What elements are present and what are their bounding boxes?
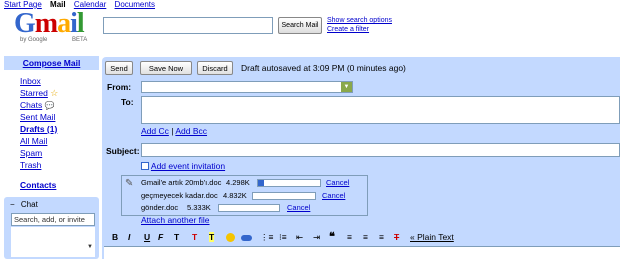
paperclip-icon: ✎: [125, 178, 134, 189]
sidebar-item-trash[interactable]: Trash: [20, 160, 41, 170]
create-filter-link[interactable]: Create a filter: [327, 26, 369, 33]
scroll-down-icon[interactable]: ▼: [87, 244, 93, 250]
logo-by-google: by Google: [20, 37, 48, 43]
chat-title: Chat: [20, 200, 38, 209]
nav-documents[interactable]: Documents: [115, 0, 155, 9]
underline-icon[interactable]: U: [144, 232, 150, 242]
cc-bcc-links: Add Cc | Add Bcc: [141, 126, 207, 136]
cancel-upload-link[interactable]: Cancel: [322, 191, 345, 200]
from-label: From:: [107, 82, 132, 92]
dropdown-arrow-icon[interactable]: ▼: [341, 82, 352, 92]
font-icon[interactable]: F: [158, 232, 163, 242]
attachment-size: 4.832K: [223, 191, 247, 200]
chat-contact-list[interactable]: [11, 227, 95, 257]
align-center-icon[interactable]: ≡: [363, 232, 368, 242]
add-event-invitation[interactable]: Add event invitation: [141, 161, 225, 171]
sidebar-item-drafts[interactable]: Drafts (1): [20, 124, 57, 134]
sidebar-item-label: Starred: [20, 88, 48, 98]
chat-bubble-icon: 💬: [44, 101, 55, 110]
message-body[interactable]: [104, 246, 620, 259]
search-mail-button[interactable]: Search Mail: [278, 17, 322, 34]
cancel-upload-link[interactable]: Cancel: [326, 178, 349, 187]
sidebar-item-all-mail[interactable]: All Mail: [20, 136, 47, 146]
subject-label: Subject:: [106, 146, 140, 156]
sidebar-item-label: Chats: [20, 100, 43, 110]
sidebar-item-chats[interactable]: Chats 💬: [20, 100, 55, 110]
attach-another-file-link[interactable]: Attach another file: [141, 215, 210, 225]
save-now-button[interactable]: Save Now: [140, 61, 192, 75]
attachment-name: gönder.doc: [141, 203, 179, 212]
align-right-icon[interactable]: ≡: [379, 232, 384, 242]
subject-field[interactable]: [141, 143, 620, 157]
remove-formatting-icon[interactable]: T: [394, 232, 399, 242]
quote-icon[interactable]: ❝: [329, 230, 335, 243]
align-left-icon[interactable]: ≡: [347, 232, 352, 242]
attachment-size: 4.298K: [226, 178, 250, 187]
bullet-list-icon[interactable]: ⁝≡: [279, 232, 287, 243]
draft-status: Draft autosaved at 3:09 PM (0 minutes ag…: [241, 63, 406, 73]
upload-progress-bar: [257, 179, 321, 187]
to-field[interactable]: [141, 96, 620, 124]
collapse-icon[interactable]: −: [10, 200, 15, 209]
chat-header[interactable]: − Chat: [10, 200, 38, 209]
link-icon[interactable]: [241, 235, 252, 241]
add-bcc-link[interactable]: Add Bcc: [175, 126, 207, 136]
upload-progress-bar: [252, 192, 316, 200]
upload-progress-bar: [218, 204, 280, 212]
send-button[interactable]: Send: [105, 61, 133, 75]
add-event-link: Add event invitation: [150, 161, 226, 171]
logo-beta: BETA: [72, 37, 88, 43]
sidebar-item-sent-mail[interactable]: Sent Mail: [20, 112, 55, 122]
to-label: To:: [121, 97, 134, 107]
link-separator: |: [171, 126, 174, 136]
chat-panel: − Chat Search, add, or invite ▼: [4, 197, 99, 259]
compose-mail-link[interactable]: Compose Mail: [4, 56, 99, 70]
compose-mail-label: Compose Mail: [22, 58, 81, 68]
contacts-link[interactable]: Contacts: [20, 180, 56, 190]
sidebar-item-inbox[interactable]: Inbox: [20, 76, 41, 86]
indent-more-icon[interactable]: ⇥: [313, 232, 320, 243]
text-color-icon[interactable]: T: [192, 232, 197, 242]
cancel-upload-link[interactable]: Cancel: [287, 203, 310, 212]
plain-text-link[interactable]: « Plain Text: [410, 232, 454, 242]
font-size-icon[interactable]: T: [174, 232, 179, 242]
formatting-toolbar: B I U F T T T ⋮≡ ⁝≡ ⇤ ⇥ ❝ ≡ ≡ ≡ T « Plai…: [104, 229, 620, 247]
discard-button[interactable]: Discard: [197, 61, 233, 75]
calendar-icon: [141, 162, 149, 170]
attachment-size: 5.333K: [187, 203, 211, 212]
sidebar-item-spam[interactable]: Spam: [20, 148, 42, 158]
progress-fill: [258, 180, 265, 186]
show-search-options-link[interactable]: Show search options: [327, 17, 392, 24]
add-cc-link[interactable]: Add Cc: [141, 126, 169, 136]
sidebar-item-starred[interactable]: Starred ☆: [20, 88, 58, 99]
attachment-name: Gmail'e artık 20mb'ı.doc: [141, 178, 222, 187]
emoticon-icon[interactable]: [226, 233, 235, 242]
from-select[interactable]: ▼: [141, 81, 353, 93]
indent-less-icon[interactable]: ⇤: [296, 232, 303, 243]
attachment-name: geçmeyecek kadar.doc: [141, 191, 218, 200]
numbered-list-icon[interactable]: ⋮≡: [260, 232, 273, 243]
italic-icon[interactable]: I: [128, 232, 130, 242]
chat-search-input[interactable]: Search, add, or invite: [11, 213, 95, 226]
highlight-icon[interactable]: T: [209, 232, 215, 242]
star-icon: ☆: [50, 88, 59, 98]
gmail-logo[interactable]: Gmail by Google BETA: [14, 10, 98, 50]
search-input[interactable]: [103, 17, 273, 34]
logo-word: Gmail: [14, 8, 85, 39]
bold-icon[interactable]: B: [112, 232, 118, 242]
